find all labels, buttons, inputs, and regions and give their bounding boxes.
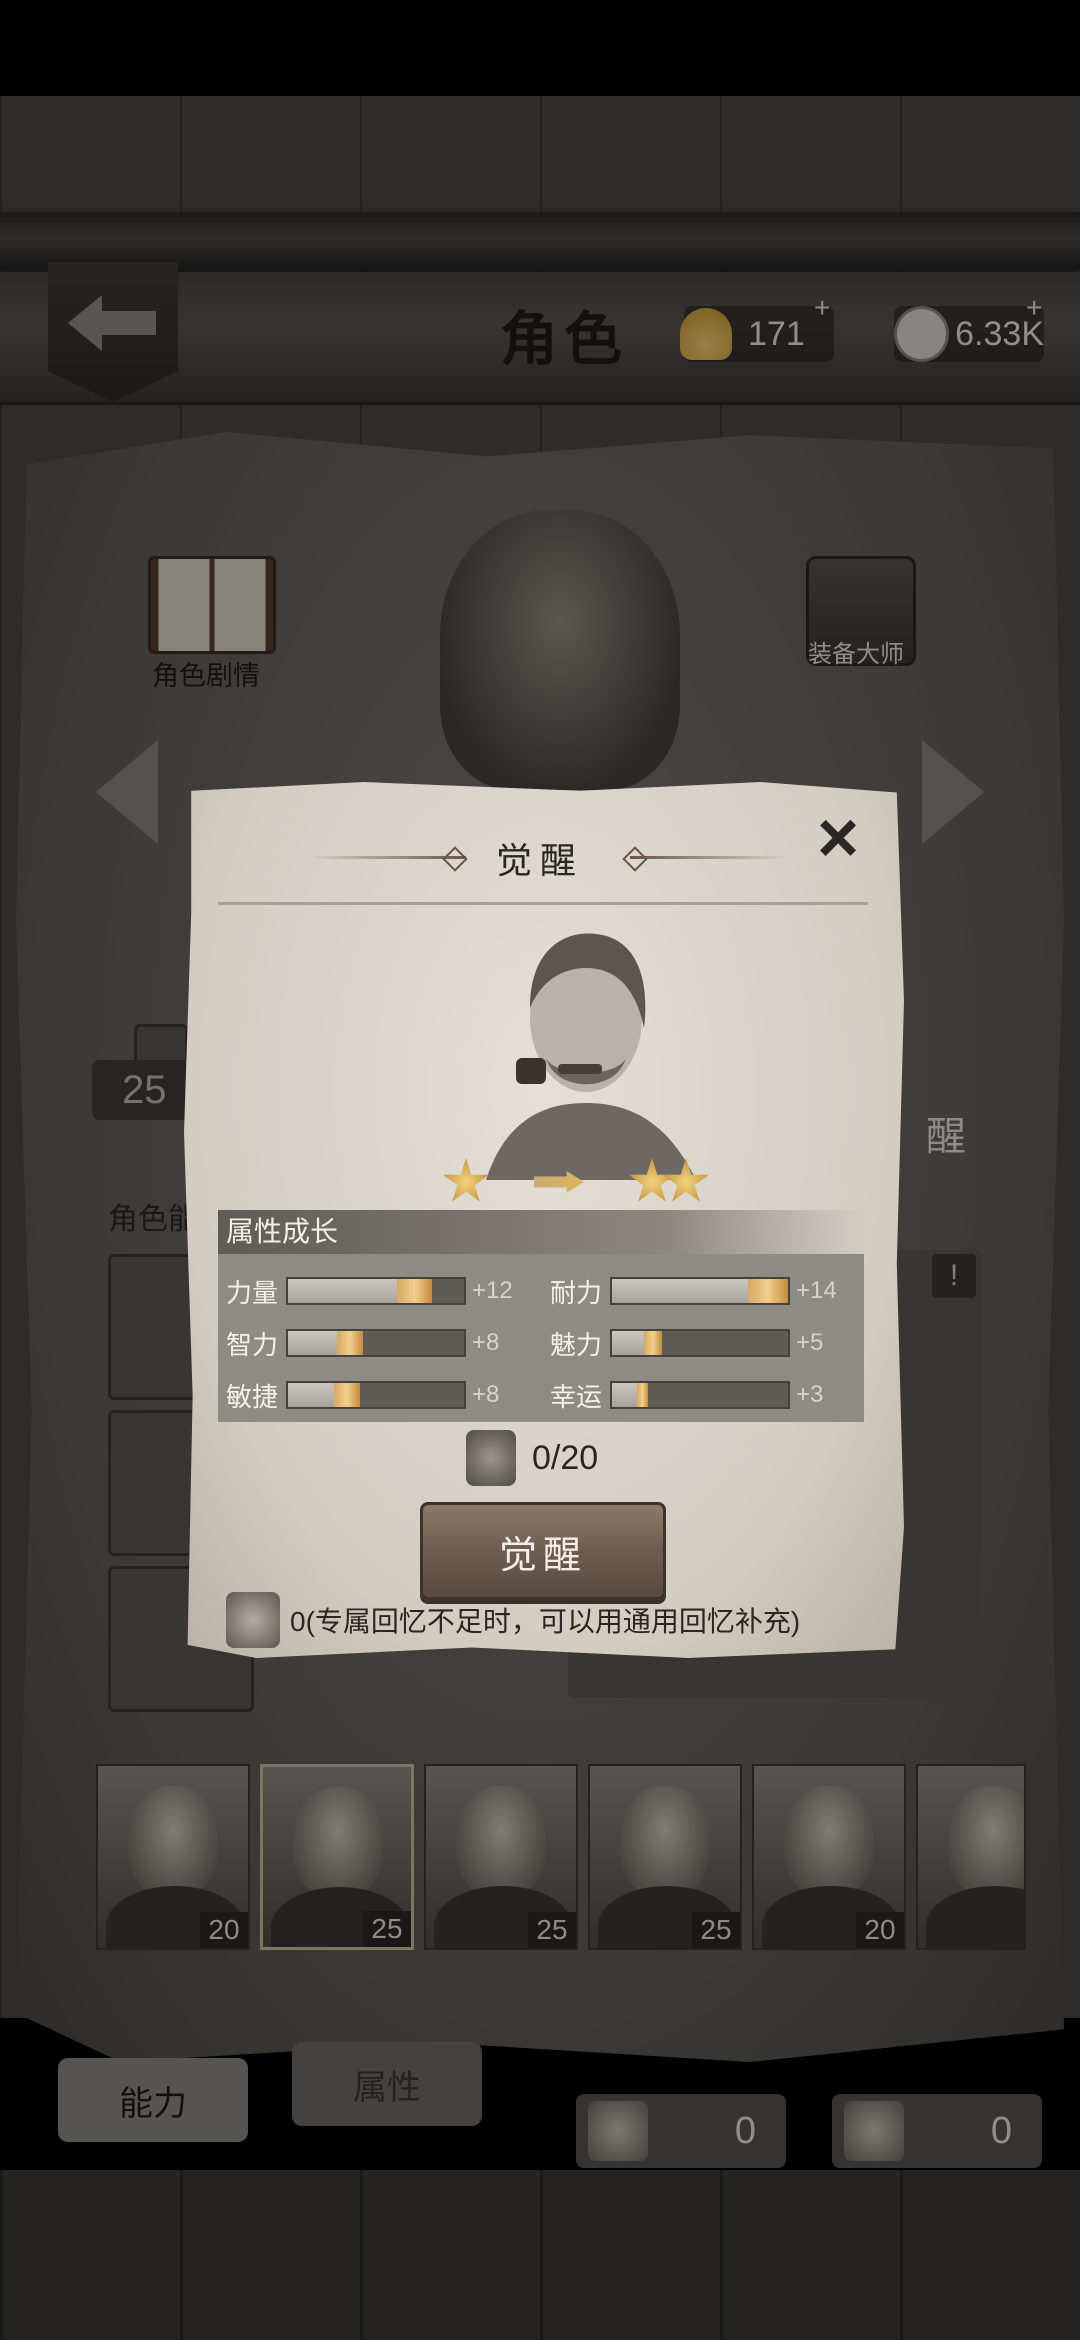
star-icon: [662, 1158, 710, 1202]
attr-row: 幸运 +3: [550, 1378, 846, 1412]
attr-bar: [286, 1329, 466, 1357]
attr-bar: [286, 1277, 466, 1305]
memory-puzzle-icon: [466, 1430, 516, 1486]
attr-bonus: +14: [796, 1277, 837, 1304]
attr-base-fill: [288, 1279, 397, 1303]
attr-row: 力量 +12: [226, 1274, 522, 1308]
character-portrait-sketch: [486, 933, 696, 1180]
attr-label: 智力: [226, 1329, 279, 1360]
close-icon[interactable]: ×: [806, 802, 870, 874]
attr-label: 力量: [226, 1277, 279, 1308]
attr-gain-fill: [644, 1331, 662, 1355]
attr-base-fill: [612, 1331, 644, 1355]
attr-bar: [610, 1329, 790, 1357]
attr-row: 耐力 +14: [550, 1274, 846, 1308]
attr-label: 耐力: [550, 1277, 603, 1308]
attr-gain-fill: [334, 1383, 360, 1407]
star-icon: [628, 1158, 676, 1202]
attr-bonus: +3: [796, 1381, 824, 1408]
attr-base-fill: [612, 1383, 637, 1407]
memory-note: 0(专属回忆不足时，可以用通用回忆补充): [226, 1592, 800, 1648]
star-upgrade: [442, 1158, 710, 1206]
attr-bonus: +8: [472, 1329, 500, 1356]
attr-gain-fill: [337, 1331, 363, 1355]
memory-count: 0/20: [532, 1438, 599, 1477]
attr-base-fill: [612, 1279, 748, 1303]
awaken-button[interactable]: 觉醒: [420, 1502, 666, 1600]
star-icon: [442, 1158, 490, 1202]
attr-label: 魅力: [550, 1329, 603, 1360]
attr-base-fill: [288, 1383, 334, 1407]
attr-bonus: +12: [472, 1277, 513, 1304]
upgrade-arrow-icon: [534, 1171, 584, 1193]
attr-gain-fill: [397, 1279, 432, 1303]
stars-current: [442, 1158, 490, 1206]
dialog-title: 觉醒: [495, 840, 584, 881]
attr-label: 幸运: [550, 1381, 603, 1412]
attr-label: 敏捷: [226, 1381, 279, 1412]
attr-growth-header: 属性成长: [218, 1210, 864, 1254]
memory-note-text: 0(专属回忆不足时，可以用通用回忆补充): [290, 1606, 801, 1637]
attr-row: 敏捷 +8: [226, 1378, 522, 1412]
attr-bar: [610, 1277, 790, 1305]
attr-bonus: +5: [796, 1329, 824, 1356]
attr-gain-fill: [637, 1383, 648, 1407]
attr-base-fill: [288, 1331, 337, 1355]
attr-bar: [610, 1381, 790, 1409]
attr-gain-fill: [748, 1279, 788, 1303]
attr-bar: [286, 1381, 466, 1409]
attr-row: 魅力 +5: [550, 1326, 846, 1360]
attr-row: 智力 +8: [226, 1326, 522, 1360]
attr-growth-panel: 力量 +12 耐力 +14 智力 +8 魅力 +5 敏捷 +8 幸运 +3: [218, 1254, 864, 1422]
stars-next: [628, 1158, 710, 1206]
attr-bonus: +8: [472, 1381, 500, 1408]
title-divider: [218, 902, 868, 905]
general-memory-icon: [226, 1592, 280, 1648]
memory-requirement: 0/20: [466, 1430, 598, 1486]
